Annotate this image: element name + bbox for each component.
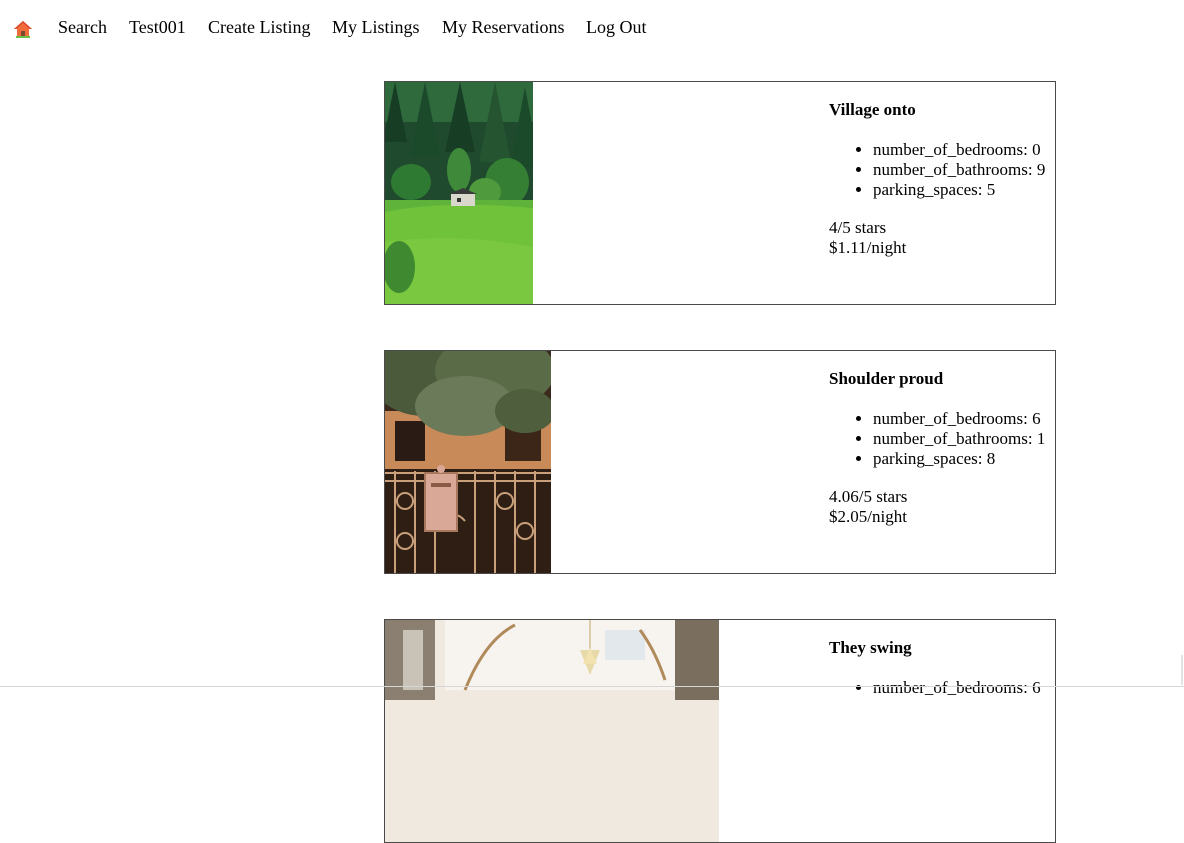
feature-parking: parking_spaces: 8 [873, 449, 1055, 469]
listing-card[interactable]: They swing number_of_bedrooms: 6 [384, 619, 1056, 843]
nav-link-username[interactable]: Test001 [129, 16, 186, 38]
listing-price: $2.05/night [829, 507, 907, 526]
nav-link-create-listing[interactable]: Create Listing [208, 16, 310, 38]
listing-info: They swing number_of_bedrooms: 6 [829, 637, 1055, 698]
listing-rating: 4/5 stars [829, 218, 887, 237]
feature-bedrooms: number_of_bedrooms: 0 [873, 140, 1055, 160]
top-nav: Search Test001 Create Listing My Listing… [0, 0, 1184, 55]
listing-rating: 4.06/5 stars [829, 487, 908, 506]
feature-bedrooms: number_of_bedrooms: 6 [873, 678, 1055, 698]
listing-title[interactable]: Village onto [829, 99, 1055, 121]
feature-bathrooms: number_of_bathrooms: 1 [873, 429, 1055, 449]
nav-link-my-reservations[interactable]: My Reservations [442, 16, 564, 38]
listing-title[interactable]: Shoulder proud [829, 368, 1055, 390]
listing-features: number_of_bedrooms: 0 number_of_bathroom… [829, 140, 1055, 200]
listing-title[interactable]: They swing [829, 637, 1055, 659]
listing-features: number_of_bedrooms: 6 number_of_bathroom… [829, 409, 1055, 469]
nav-link-my-listings[interactable]: My Listings [332, 16, 420, 38]
feature-bedrooms: number_of_bedrooms: 6 [873, 409, 1055, 429]
listing-info: Shoulder proud number_of_bedrooms: 6 num… [829, 368, 1055, 527]
nav-link-log-out[interactable]: Log Out [586, 16, 647, 38]
nav-link-search[interactable]: Search [58, 16, 107, 38]
listing-features: number_of_bedrooms: 6 [829, 678, 1055, 698]
listing-price: $1.11/night [829, 238, 907, 257]
listing-photo [385, 351, 551, 573]
listing-card[interactable]: Shoulder proud number_of_bedrooms: 6 num… [384, 350, 1056, 574]
listing-card[interactable]: Village onto number_of_bedrooms: 0 numbe… [384, 81, 1056, 305]
listing-photo [385, 620, 719, 842]
listing-info: Village onto number_of_bedrooms: 0 numbe… [829, 99, 1055, 258]
feature-parking: parking_spaces: 5 [873, 180, 1055, 200]
scrollbar-thumb[interactable] [1181, 655, 1183, 685]
feature-bathrooms: number_of_bathrooms: 9 [873, 160, 1055, 180]
home-icon[interactable] [13, 19, 33, 39]
listing-photo [385, 82, 533, 304]
